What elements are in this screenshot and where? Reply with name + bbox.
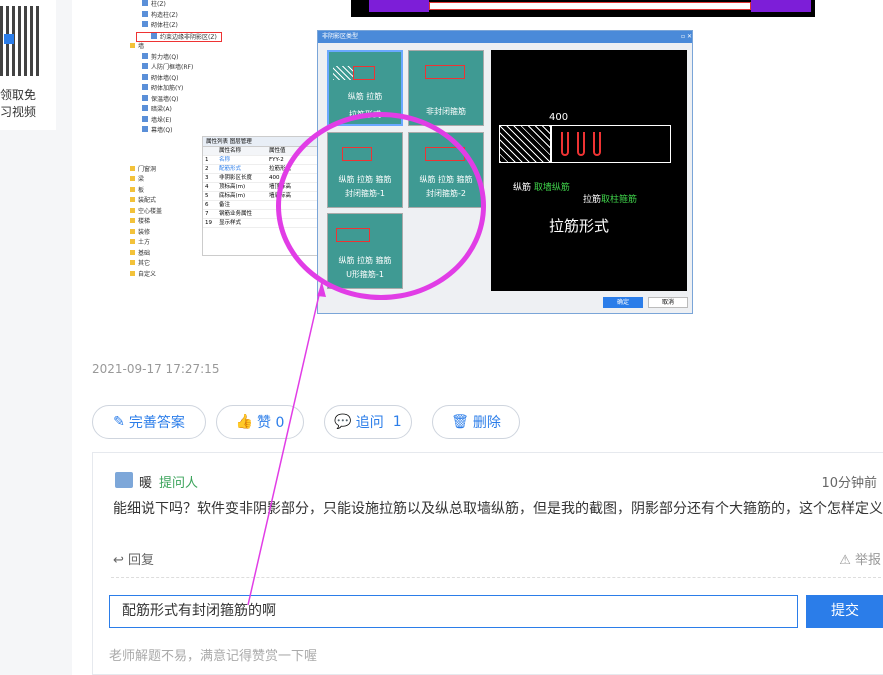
tile-open-stirrup[interactable]: 非封闭箍筋 xyxy=(408,50,484,126)
tree-item[interactable]: 墙 xyxy=(128,42,328,53)
followup-button[interactable]: 💬 追问 1 xyxy=(324,405,412,439)
reply-input[interactable]: 配筋形式有封闭箍筋的啊 xyxy=(109,595,798,628)
tree-item[interactable]: 约束边缘非阴影区(Z) xyxy=(136,31,222,42)
tree-item[interactable]: 柱(Z) xyxy=(128,0,328,11)
tree-item[interactable]: 砌体柱(Z) xyxy=(128,21,328,32)
reply-icon: ↩ xyxy=(113,553,124,568)
reply-role: 提问人 xyxy=(159,476,199,491)
cancel-button[interactable]: 取消 xyxy=(648,297,688,308)
preview-pane: 400 纵筋 取墙纵筋 拉筋取柱箍筋 拉筋形式 xyxy=(491,50,687,291)
reply-content: 能细说下吗？软件变非阴影部分，只能设施拉筋以及纵总取墙纵筋，但是我的截图，阴影部… xyxy=(113,501,883,517)
submit-button[interactable]: 提交 xyxy=(806,595,883,628)
message-icon xyxy=(4,34,14,44)
complete-answer-button[interactable]: ✎ 完善答案 xyxy=(92,405,206,439)
answer-date: 2021-09-17 17:27:15 xyxy=(92,362,220,376)
tree-item[interactable]: 砌体墙(Q) xyxy=(128,73,328,85)
tree-item[interactable]: 人防门框墙(RF) xyxy=(128,63,328,74)
dim-label: 400 xyxy=(549,112,569,123)
avatar xyxy=(115,472,133,488)
edit-icon: ✎ xyxy=(113,414,125,430)
tree-item[interactable]: 幕墙(Q) xyxy=(128,126,328,137)
report-button[interactable]: ⚠ 举报 xyxy=(839,549,881,568)
sidebar-text-2: 习视频 xyxy=(0,105,37,119)
delete-button[interactable]: 🗑 删除 xyxy=(432,405,520,439)
dialog-title: 非阴影区类型 xyxy=(322,33,359,40)
tree-item[interactable]: 保温墙(Q) xyxy=(128,94,328,106)
followup-reply: 暖 提问人 10分钟前 能细说下吗？软件变非阴影部分，只能设施拉筋以及纵总取墙纵… xyxy=(92,452,883,675)
reply-username: 暖 xyxy=(139,476,153,491)
sidebar-text-1: 领取免 xyxy=(0,88,37,102)
answer-screenshot[interactable]: 柱(Z) 构造柱(Z) 砌体柱(Z) 约束边缘非阴影区(Z) 墙剪力墙(Q) 人防门框墙(… xyxy=(128,0,815,314)
reply-time: 10分钟前 xyxy=(821,476,877,491)
label-tie-bar: 拉筋取柱箍筋 xyxy=(583,195,638,205)
comment-icon: 💬 xyxy=(334,414,352,430)
cad-view-top xyxy=(351,0,815,17)
divider xyxy=(111,577,881,578)
left-sidebar: 领取免 习视频 xyxy=(0,0,56,130)
tree-item[interactable]: 自定义 xyxy=(128,270,328,281)
ok-button[interactable]: 确定 xyxy=(603,297,643,308)
thumbs-up-icon: 👍 xyxy=(235,414,254,430)
tree-item[interactable]: 墙垛(E) xyxy=(128,115,328,127)
warning-icon: ⚠ xyxy=(839,553,851,568)
dialog-controls-icon: ▫ ✕ xyxy=(680,33,692,40)
reward-hint: 老师解题不易，满意记得赞赏一下喔 xyxy=(109,649,318,664)
reply-button[interactable]: ↩ 回复 xyxy=(113,549,154,568)
preview-title: 拉筋形式 xyxy=(549,217,610,235)
label-long-bar: 纵筋 取墙纵筋 xyxy=(513,183,570,193)
tree-item[interactable]: 构造柱(Z) xyxy=(128,10,328,22)
tree-item[interactable]: 砌体加筋(Y) xyxy=(128,84,328,95)
dialog-titlebar: 非阴影区类型 ▫ ✕ xyxy=(318,31,692,43)
annotation-circle xyxy=(276,112,486,300)
tree-item[interactable]: 剪力墙(Q) xyxy=(128,52,328,64)
like-button[interactable]: 👍 赞 0 xyxy=(216,405,304,439)
trash-icon: 🗑 xyxy=(451,414,469,430)
tree-item[interactable]: 暗梁(A) xyxy=(128,105,328,116)
